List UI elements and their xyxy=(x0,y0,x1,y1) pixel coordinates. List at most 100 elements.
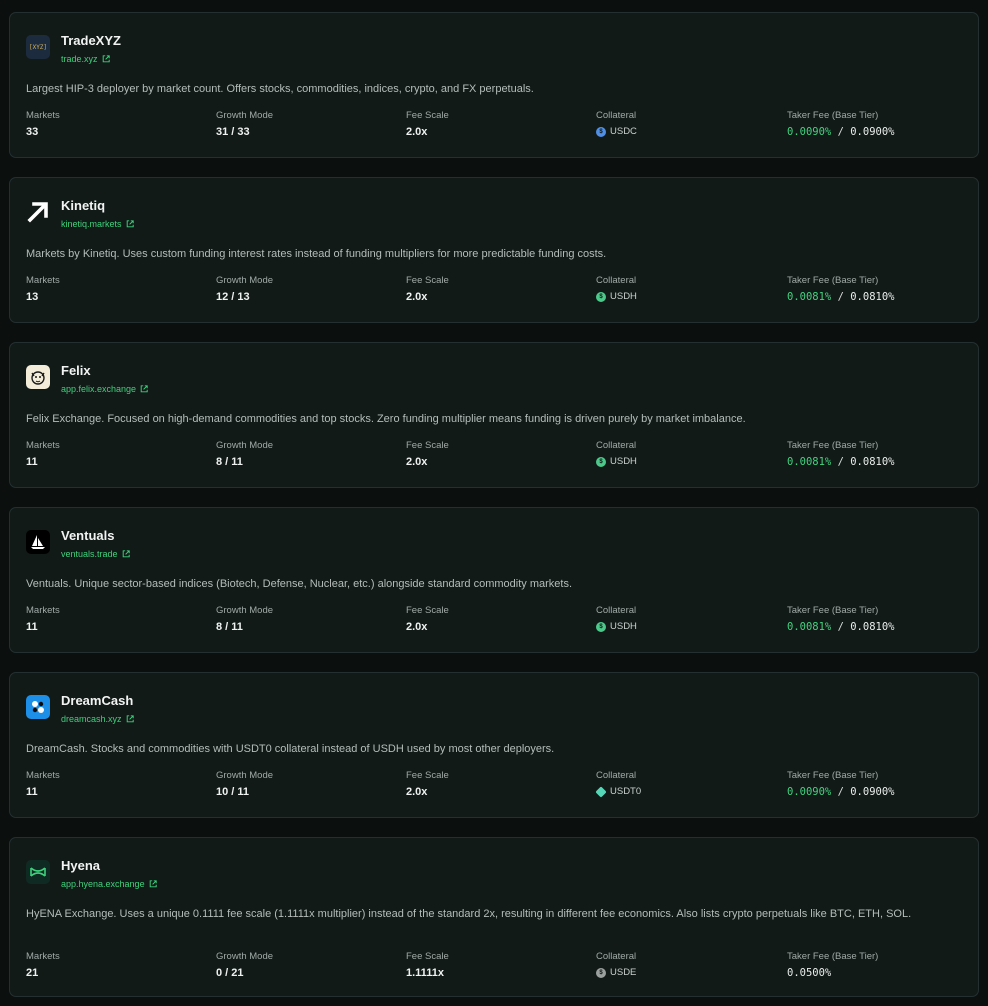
deployer-link-text[interactable]: app.hyena.exchange xyxy=(61,878,145,890)
markets-value: 21 xyxy=(26,967,39,979)
deployer-stats: Markets 21 Growth Mode 0 / 21 Fee Scale 1.1… xyxy=(26,951,962,980)
fee-scale-value: 2.0x xyxy=(406,456,428,468)
usde-icon: $ xyxy=(596,968,606,978)
deployer-description: Felix Exchange. Focused on high-demand c… xyxy=(26,413,746,425)
deployer-name: Kinetiq xyxy=(61,198,106,213)
markets-label: Markets xyxy=(26,605,60,616)
usdh-icon: $ xyxy=(596,457,606,467)
external-link-icon[interactable] xyxy=(140,385,148,393)
collateral-text: USDH xyxy=(610,456,637,467)
markets-label: Markets xyxy=(26,951,60,962)
deployer-link[interactable]: ventuals.trade xyxy=(61,548,130,560)
deployer-link[interactable]: app.hyena.exchange xyxy=(61,878,157,890)
taker-fee-separator: / xyxy=(831,621,851,633)
growth-mode-label: Growth Mode xyxy=(216,770,274,781)
collateral-text: USDE xyxy=(610,967,637,978)
taker-fee-base: 0.0810% xyxy=(850,456,895,468)
collateral-text: USDH xyxy=(610,291,637,302)
growth-mode-value: 12 / 13 xyxy=(216,291,250,303)
taker-fee-value: 0.0081% / 0.0810% xyxy=(787,455,957,469)
growth-mode-value: 8 / 11 xyxy=(216,456,243,468)
markets-label: Markets xyxy=(26,770,60,781)
deployer-link[interactable]: trade.xyz xyxy=(61,53,121,65)
growth-mode-label: Growth Mode xyxy=(216,951,274,962)
taker-fee-separator: / xyxy=(831,126,851,138)
deployer-name: TradeXYZ xyxy=(61,33,121,48)
deployer-card-hyena[interactable]: Hyena app.hyena.exchange HyENA Exchange.… xyxy=(9,837,979,997)
markets-value: 33 xyxy=(26,126,39,138)
deployer-description: Markets by Kinetiq. Uses custom funding … xyxy=(26,248,607,260)
deployer-card-ventuals[interactable]: Ventuals ventuals.trade Ventuals. Unique… xyxy=(9,507,979,653)
growth-mode-label: Growth Mode xyxy=(216,605,274,616)
collateral-text: USDT0 xyxy=(610,786,642,797)
taker-fee-separator: / xyxy=(831,456,851,468)
taker-fee-separator: / xyxy=(831,291,851,303)
deployer-link-text[interactable]: app.felix.exchange xyxy=(61,383,136,395)
taker-fee-label: Taker Fee (Base Tier) xyxy=(787,110,879,121)
taker-fee-value: 0.0081% / 0.0810% xyxy=(787,290,957,304)
deployer-link-text[interactable]: ventuals.trade xyxy=(61,548,118,560)
markets-value: 11 xyxy=(26,786,38,798)
fee-scale-label: Fee Scale xyxy=(406,605,449,616)
usdh-icon: $ xyxy=(596,292,606,302)
fee-scale-value: 2.0x xyxy=(406,621,428,633)
tradexyz-logo-text: [XYZ] xyxy=(28,43,48,51)
taker-fee-growth: 0.0081% xyxy=(787,621,832,633)
taker-fee-growth: 0.0090% xyxy=(787,126,832,138)
collateral-label: Collateral xyxy=(596,275,637,286)
taker-fee-value: 0.0500% xyxy=(787,966,957,980)
markets-label: Markets xyxy=(26,275,60,286)
markets-label: Markets xyxy=(26,440,60,451)
deployer-card-dreamcash[interactable]: DreamCash dreamcash.xyz DreamCash. Stock… xyxy=(9,672,979,818)
deployer-stats: Markets 33 Growth Mode 31 / 33 Fee Scale 2.… xyxy=(26,110,962,139)
felix-cat-logo xyxy=(26,365,50,389)
deployer-stats: Markets 11 Growth Mode 8 / 11 Fee Scale 2.0… xyxy=(26,605,962,634)
deployer-card-tradexyz[interactable]: [XYZ] TradeXYZ trade.xyz Largest HIP-3 d… xyxy=(9,12,979,158)
deployer-name: Felix xyxy=(61,363,91,378)
deployer-link-text[interactable]: kinetiq.markets xyxy=(61,218,122,230)
external-link-icon[interactable] xyxy=(149,880,157,888)
taker-fee-growth: 0.0081% xyxy=(787,291,832,303)
external-link-icon[interactable] xyxy=(122,550,130,558)
deployer-link-text[interactable]: trade.xyz xyxy=(61,53,98,65)
growth-mode-value: 0 / 21 xyxy=(216,967,244,979)
collateral-label: Collateral xyxy=(596,951,637,962)
dreamcash-logo xyxy=(26,695,50,719)
collateral-text: USDC xyxy=(610,126,637,137)
deployer-link-text[interactable]: dreamcash.xyz xyxy=(61,713,122,725)
deployer-stats: Markets 11 Growth Mode 8 / 11 Fee Scale 2.0… xyxy=(26,440,962,469)
card-header: DreamCash dreamcash.xyz xyxy=(26,693,134,727)
growth-mode-value: 8 / 11 xyxy=(216,621,243,633)
deployer-link[interactable]: app.felix.exchange xyxy=(61,383,148,395)
deployer-card-felix[interactable]: Felix app.felix.exchange Felix Exchange.… xyxy=(9,342,979,488)
deployer-link[interactable]: kinetiq.markets xyxy=(61,218,134,230)
collateral-value: USDT0 xyxy=(595,785,787,799)
fee-scale-label: Fee Scale xyxy=(406,770,449,781)
hyena-logo xyxy=(26,860,50,884)
fee-scale-label: Fee Scale xyxy=(406,275,449,286)
taker-fee-base: 0.0810% xyxy=(850,291,895,303)
fee-scale-label: Fee Scale xyxy=(406,951,449,962)
deployer-link[interactable]: dreamcash.xyz xyxy=(61,713,134,725)
markets-label: Markets xyxy=(26,110,60,121)
deployer-name: DreamCash xyxy=(61,693,134,708)
usdc-icon: $ xyxy=(596,127,606,137)
collateral-label: Collateral xyxy=(596,605,637,616)
growth-mode-label: Growth Mode xyxy=(216,275,274,286)
deployer-card-kinetiq[interactable]: Kinetiq kinetiq.markets Markets by Kinet… xyxy=(9,177,979,323)
growth-mode-label: Growth Mode xyxy=(216,440,274,451)
fee-scale-label: Fee Scale xyxy=(406,440,449,451)
external-link-icon[interactable] xyxy=(126,715,134,723)
taker-fee-label: Taker Fee (Base Tier) xyxy=(787,440,879,451)
collateral-value: $ USDH xyxy=(596,620,787,634)
card-header: Hyena app.hyena.exchange xyxy=(26,858,157,892)
fee-scale-value: 2.0x xyxy=(406,786,428,798)
collateral-label: Collateral xyxy=(596,440,637,451)
taker-fee-base: 0.0900% xyxy=(850,786,895,798)
external-link-icon[interactable] xyxy=(102,55,110,63)
collateral-value: $ USDH xyxy=(596,290,787,304)
taker-fee-growth: 0.0090% xyxy=(787,786,832,798)
taker-fee-separator: / xyxy=(831,786,851,798)
external-link-icon[interactable] xyxy=(126,220,134,228)
markets-value: 13 xyxy=(26,291,39,303)
